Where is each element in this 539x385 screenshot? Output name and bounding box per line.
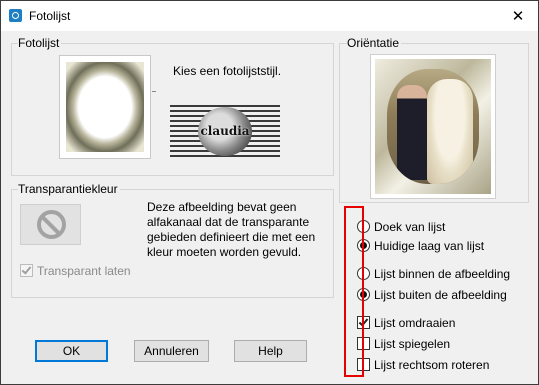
radio-current-layer-label: Huidige laag van lijst xyxy=(374,239,485,253)
transparency-description: Deze afbeelding bevat geen alfakanaal da… xyxy=(147,200,316,259)
radio-frame-outside-label: Lijst buiten de afbeelding xyxy=(374,288,507,302)
title-bar: Fotolijst ✕ xyxy=(1,1,538,31)
frame-style-thumbnail[interactable] xyxy=(59,55,151,159)
checkmark-icon xyxy=(21,264,32,275)
prohibited-icon xyxy=(37,210,66,239)
flip-frame-label: Lijst omdraaien xyxy=(374,316,456,330)
fotolijst-dialog: Fotolijst ✕ Fotolijst Kies een fotolijst… xyxy=(0,0,539,385)
transparency-group-label: Transparantiekleur xyxy=(18,182,120,196)
ok-button[interactable]: OK xyxy=(35,340,108,362)
rotate-frame-label: Lijst rechtsom roteren xyxy=(374,358,490,372)
frame-preview-image xyxy=(370,54,496,199)
logo-text: claudia xyxy=(200,124,250,138)
frame-group-label: Fotolijst xyxy=(18,36,62,50)
annotation-highlight xyxy=(344,206,364,377)
orientation-group-label: Oriëntatie xyxy=(347,36,402,50)
choose-frame-text: Kies een fotolijststijl. xyxy=(173,64,282,78)
dropdown-separator xyxy=(152,91,156,92)
annotation-highlight-right xyxy=(362,206,364,377)
help-button[interactable]: Help xyxy=(234,340,307,362)
frame-app-icon xyxy=(9,9,22,22)
radio-canvas-of-frame-label: Doek van lijst xyxy=(374,220,446,234)
cancel-button[interactable]: Annuleren xyxy=(134,340,209,362)
keep-transparent-checkbox[interactable] xyxy=(20,264,33,277)
close-icon[interactable]: ✕ xyxy=(498,1,538,31)
watermark-logo: claudia xyxy=(170,105,280,158)
keep-transparent-label: Transparant laten xyxy=(37,264,131,278)
window-title: Fotolijst xyxy=(29,9,71,23)
mirror-frame-label: Lijst spiegelen xyxy=(374,337,451,351)
radio-frame-inside-label: Lijst binnen de afbeelding xyxy=(374,267,511,281)
transparency-color-swatch xyxy=(20,204,81,245)
